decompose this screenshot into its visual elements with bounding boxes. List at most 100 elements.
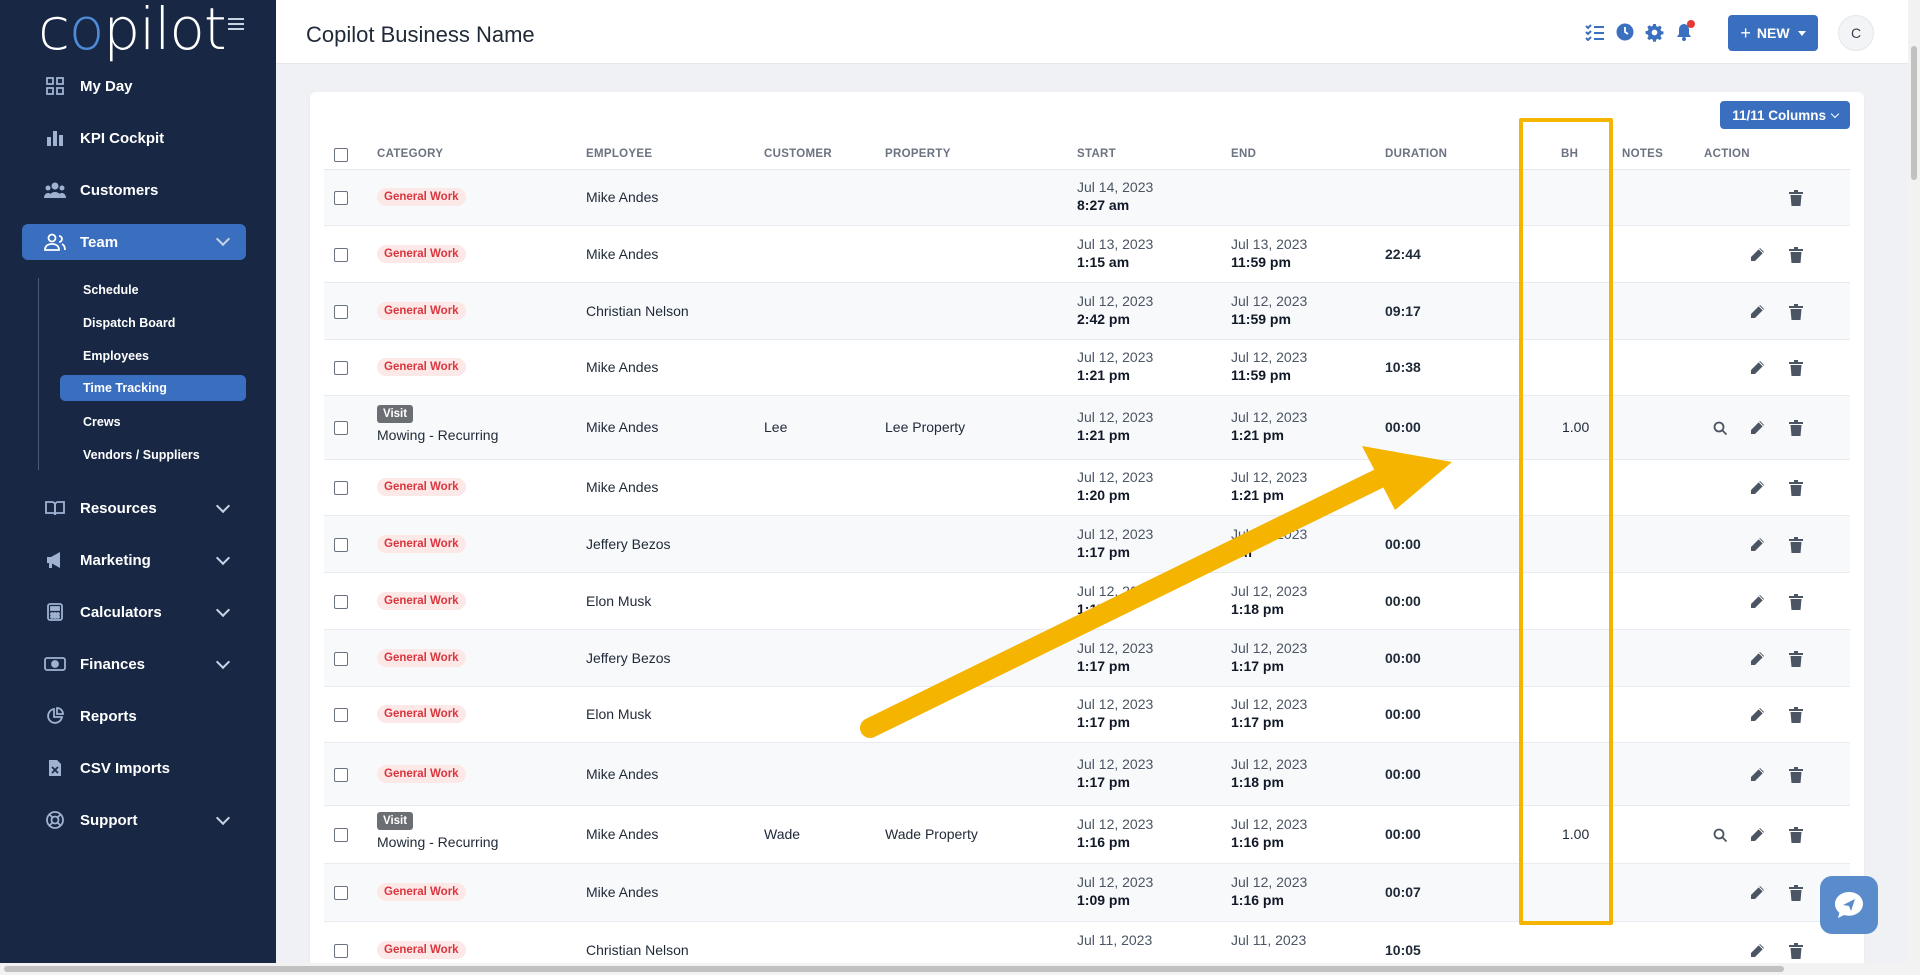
- row-checkbox[interactable]: [334, 361, 348, 375]
- edit-icon[interactable]: [1747, 592, 1767, 612]
- sidebar-subitem-schedule[interactable]: Schedule: [60, 277, 246, 303]
- end-cell: Jul 13, 2023 11:59 pm: [1231, 236, 1307, 270]
- edit-icon[interactable]: [1747, 649, 1767, 669]
- columns-button[interactable]: 11/11 Columns: [1720, 101, 1850, 129]
- copilot-logo[interactable]: copilot: [38, 0, 227, 58]
- edit-icon[interactable]: [1747, 418, 1767, 438]
- row-checkbox[interactable]: [334, 481, 348, 495]
- duration-cell: 00:07: [1385, 884, 1421, 900]
- start-date: Jul 12, 2023: [1077, 816, 1154, 832]
- clock-icon[interactable]: [1615, 22, 1635, 42]
- table-row: General Work Mike Andes Jul 12, 2023 1:21 p…: [324, 340, 1850, 396]
- sidebar-item-calculators[interactable]: Calculators: [22, 594, 246, 630]
- sidebar-item-my-day[interactable]: My Day: [22, 68, 246, 104]
- edit-icon[interactable]: [1747, 941, 1767, 961]
- property-cell[interactable]: Lee Property: [885, 419, 965, 435]
- edit-icon[interactable]: [1747, 883, 1767, 903]
- end-time: 1:18 pm: [1231, 600, 1284, 617]
- trash-icon[interactable]: [1786, 535, 1806, 555]
- select-all-checkbox[interactable]: [334, 148, 348, 162]
- header-end[interactable]: END: [1231, 148, 1256, 160]
- trash-icon[interactable]: [1786, 358, 1806, 378]
- sidebar-subitem-employees[interactable]: Employees: [60, 343, 246, 369]
- sidebar-item-customers[interactable]: Customers: [22, 172, 246, 208]
- search-icon[interactable]: [1710, 825, 1730, 845]
- sidebar-subitem-crews[interactable]: Crews: [60, 409, 246, 435]
- row-checkbox[interactable]: [334, 886, 348, 900]
- trash-icon[interactable]: [1786, 649, 1806, 669]
- gear-icon[interactable]: [1644, 22, 1664, 42]
- trash-icon[interactable]: [1786, 245, 1806, 265]
- sidebar-subitem-vendors-suppliers[interactable]: Vendors / Suppliers: [60, 442, 246, 468]
- sidebar-subitem-time-tracking[interactable]: Time Tracking: [60, 375, 246, 401]
- sidebar-item-marketing[interactable]: Marketing: [22, 542, 246, 578]
- trash-icon[interactable]: [1786, 418, 1806, 438]
- bell-icon[interactable]: [1674, 20, 1695, 42]
- trash-icon[interactable]: [1786, 478, 1806, 498]
- header-start[interactable]: START: [1077, 148, 1116, 160]
- sidebar-item-reports[interactable]: Reports: [22, 698, 246, 734]
- start-time: 1:20 pm: [1077, 487, 1130, 503]
- property-cell[interactable]: Wade Property: [885, 826, 978, 842]
- customer-cell[interactable]: Wade: [764, 826, 800, 842]
- chevron-down-icon: [1830, 109, 1840, 118]
- trash-icon[interactable]: [1786, 592, 1806, 612]
- header-property[interactable]: PROPERTY: [885, 148, 951, 160]
- start-time: 8:27 am: [1077, 197, 1130, 213]
- row-checkbox[interactable]: [334, 944, 348, 958]
- chat-icon: [1835, 892, 1863, 918]
- sidebar-item-resources[interactable]: Resources: [22, 490, 246, 526]
- trash-icon[interactable]: [1786, 883, 1806, 903]
- row-checkbox[interactable]: [334, 537, 348, 552]
- lifebuoy-icon: [44, 809, 66, 831]
- avatar[interactable]: C: [1838, 15, 1874, 51]
- chat-support-button[interactable]: [1820, 876, 1878, 934]
- row-checkbox[interactable]: [334, 304, 348, 319]
- trash-icon[interactable]: [1786, 825, 1806, 845]
- edit-icon[interactable]: [1747, 705, 1767, 725]
- search-icon[interactable]: [1710, 418, 1730, 438]
- trash-icon[interactable]: [1786, 302, 1806, 322]
- header-category[interactable]: CATEGORY: [377, 148, 443, 160]
- trash-icon[interactable]: [1786, 941, 1806, 961]
- sidebar-subitem-dispatch-board[interactable]: Dispatch Board: [60, 310, 246, 336]
- trash-icon[interactable]: [1786, 705, 1806, 725]
- sidebar-item-csv-imports[interactable]: CSV Imports: [22, 750, 246, 786]
- vertical-scrollbar[interactable]: [1908, 0, 1920, 975]
- row-checkbox[interactable]: [334, 651, 348, 666]
- sidebar-item-team[interactable]: Team: [22, 224, 246, 260]
- sidebar-item-kpi-cockpit[interactable]: KPI Cockpit: [22, 120, 246, 156]
- header-employee[interactable]: EMPLOYEE: [586, 148, 652, 160]
- employee-cell: Christian Nelson: [586, 942, 689, 958]
- edit-icon[interactable]: [1747, 765, 1767, 785]
- header-notes[interactable]: NOTES: [1622, 148, 1663, 160]
- category-cell: General Work: [377, 357, 466, 376]
- new-button[interactable]: + NEW: [1728, 15, 1818, 51]
- row-checkbox[interactable]: [334, 828, 348, 842]
- trash-icon[interactable]: [1786, 765, 1806, 785]
- row-checkbox[interactable]: [334, 594, 348, 609]
- edit-icon[interactable]: [1747, 478, 1767, 498]
- trash-icon[interactable]: [1786, 188, 1806, 208]
- row-checkbox[interactable]: [334, 767, 348, 782]
- page-title: Copilot Business Name: [306, 22, 535, 47]
- header-duration[interactable]: DURATION: [1385, 148, 1447, 160]
- row-checkbox[interactable]: [334, 247, 348, 262]
- end-cell: Jul 12, 2023 1:21 pm: [1231, 409, 1307, 443]
- header-customer[interactable]: CUSTOMER: [764, 148, 832, 160]
- edit-icon[interactable]: [1747, 245, 1767, 265]
- sidebar-item-finances[interactable]: Finances: [22, 646, 246, 682]
- edit-icon[interactable]: [1747, 358, 1767, 378]
- horizontal-scrollbar[interactable]: [0, 963, 1908, 975]
- checklist-icon[interactable]: [1585, 22, 1605, 42]
- edit-icon[interactable]: [1747, 535, 1767, 555]
- customer-cell[interactable]: Lee: [764, 419, 787, 435]
- row-checkbox[interactable]: [334, 708, 348, 722]
- sidebar-item-support[interactable]: Support: [22, 802, 246, 838]
- caret-down-icon: [1797, 30, 1806, 36]
- menu-toggle-icon[interactable]: [228, 18, 244, 30]
- row-checkbox[interactable]: [334, 191, 348, 205]
- edit-icon[interactable]: [1747, 825, 1767, 845]
- row-checkbox[interactable]: [334, 421, 348, 435]
- edit-icon[interactable]: [1747, 302, 1767, 322]
